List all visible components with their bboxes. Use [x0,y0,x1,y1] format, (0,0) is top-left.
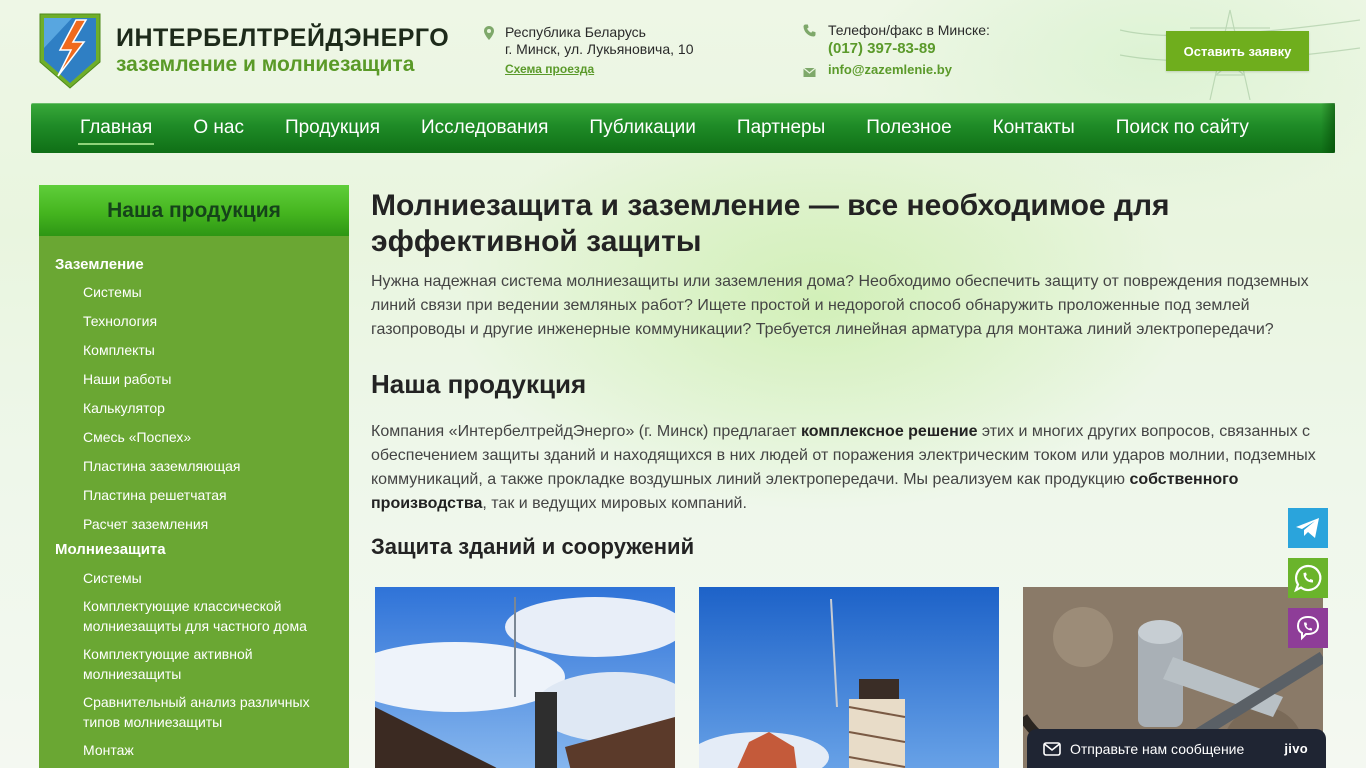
nav-item-search[interactable]: Поиск по сайту [1114,117,1251,139]
sidebar-item[interactable]: Комплектующие активной молниезащиты [39,644,349,684]
products-heading: Наша продукция [371,369,587,399]
products-paragraph: Компания «ИнтербелтрейдЭнерго» (г. Минск… [371,420,1331,516]
nav-item-useful[interactable]: Полезное [864,117,953,139]
sidebar-item[interactable]: Смесь «Поспех» [39,427,349,447]
order-button[interactable]: Оставить заявку [1166,31,1309,71]
email-link[interactable]: info@zazemlenie.by [828,61,1063,79]
envelope-icon [1043,742,1061,756]
logo-shield-icon [39,13,101,89]
sidebar-category-lightning[interactable]: Молниезащита [39,541,349,563]
sidebar-menu: Заземление Системы Технология Комплекты … [39,236,349,760]
sidebar-item[interactable]: Калькулятор [39,398,349,418]
mail-icon [803,67,816,77]
phone-number[interactable]: (017) 397-83-89 [828,39,1063,59]
sidebar: Наша продукция Заземление Системы Технол… [39,185,349,768]
address-block: Республика Беларусь г. Минск, ул. Лукьян… [484,24,744,78]
sidebar-category-grounding[interactable]: Заземление [39,256,349,278]
logo-subtitle: заземление и молниезащита [116,53,415,76]
main-nav: Главная О нас Продукция Исследования Пуб… [31,103,1335,153]
nav-item-research[interactable]: Исследования [419,117,550,139]
sidebar-item[interactable]: Расчет заземления [39,514,349,534]
sidebar-item[interactable]: Системы [39,568,349,588]
sidebar-item[interactable]: Комплектующие классической молниезащиты … [39,596,349,636]
viber-icon [1296,615,1320,641]
page-title: Молниезащита и заземление — все необходи… [371,189,1170,258]
telegram-icon [1296,518,1319,538]
contacts-block: Телефон/факс в Минске: (017) 397-83-89 i… [803,21,1063,79]
photo-image [699,587,999,768]
address-country: Республика Беларусь [505,24,646,40]
chat-widget[interactable]: Отправьте нам сообщение jivo [1027,729,1326,768]
chat-label: Отправьте нам сообщение [1070,741,1245,757]
sidebar-item[interactable]: Технология [39,311,349,331]
address-street: г. Минск, ул. Лукьяновича, 10 [505,41,694,57]
nav-item-home[interactable]: Главная [78,117,155,145]
products-text: , так и ведущих мировых компаний. [482,495,747,512]
nav-item-contacts[interactable]: Контакты [991,117,1077,139]
nav-item-publications[interactable]: Публикации [587,117,698,139]
sidebar-item[interactable]: Наши работы [39,369,349,389]
product-photo-lightning-rod[interactable] [375,587,675,768]
sidebar-title: Наша продукция [39,185,349,236]
intro-paragraph: Нужна надежная система молниезащиты или … [371,273,1309,338]
nav-item-partners[interactable]: Партнеры [735,117,827,139]
main-content: Молниезащита и заземление — все необходи… [371,188,1336,560]
phone-label: Телефон/факс в Минске: [828,22,990,38]
phone-icon [803,24,816,37]
nav-item-products[interactable]: Продукция [283,117,382,139]
sidebar-item[interactable]: Пластина решетчатая [39,485,349,505]
nav-item-about[interactable]: О нас [191,117,246,139]
sidebar-item[interactable]: Монтаж [39,740,349,760]
product-photo-house-rod[interactable] [699,587,999,768]
whatsapp-button[interactable] [1288,558,1328,598]
products-bold-text: комплексное решение [800,423,978,440]
sidebar-item[interactable]: Пластина заземляющая [39,456,349,476]
viber-button[interactable] [1288,608,1328,648]
products-text: Компания «ИнтербелтрейдЭнерго» (г. Минск… [371,423,801,440]
chat-brand-logo: jivo [1284,741,1308,756]
sidebar-item[interactable]: Сравнительный анализ различных типов мол… [39,692,349,732]
site-header: ИНТЕРБЕЛТРЕЙДЭНЕРГО заземление и молниез… [0,0,1366,100]
sidebar-item[interactable]: Системы [39,282,349,302]
whatsapp-icon [1294,564,1322,593]
section-heading: Защита зданий и сооружений [371,534,695,559]
map-link[interactable]: Схема проезда [505,62,594,76]
map-pin-icon [484,26,494,40]
sidebar-item[interactable]: Комплекты [39,340,349,360]
telegram-button[interactable] [1288,508,1328,548]
site-logo[interactable]: ИНТЕРБЕЛТРЕЙДЭНЕРГО заземление и молниез… [38,12,458,92]
logo-title: ИНТЕРБЕЛТРЕЙДЭНЕРГО [116,24,450,52]
photo-image [375,587,675,768]
